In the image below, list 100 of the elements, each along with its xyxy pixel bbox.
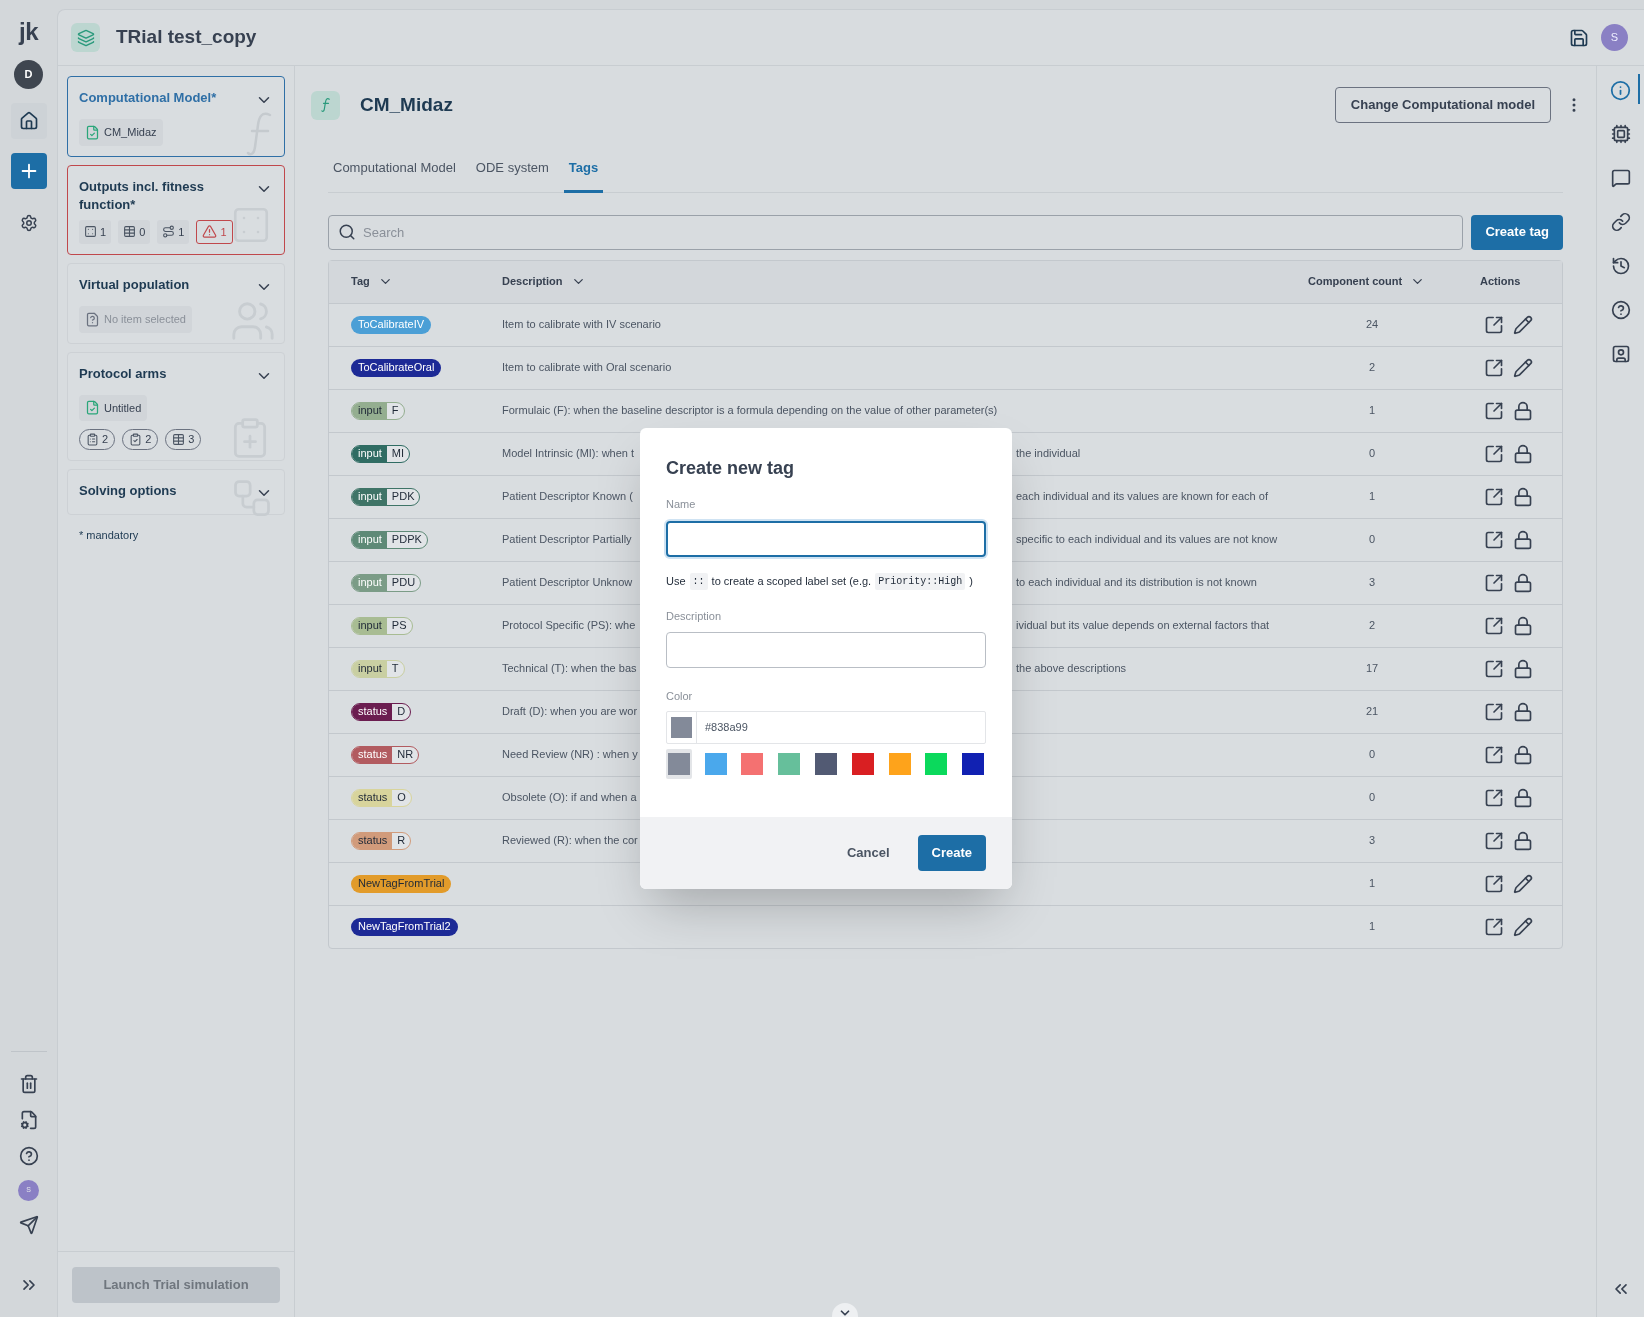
- component-count: 1: [1368, 403, 1376, 419]
- open-button[interactable]: [1484, 615, 1504, 636]
- sidebar-card[interactable]: Computational Model* CM_Midaz: [67, 76, 285, 157]
- description-text: to each individual and its distribution is not known: [1016, 575, 1257, 591]
- function-watermark-icon: [246, 111, 274, 157]
- warning-count[interactable]: 1: [196, 219, 233, 244]
- model-title: CM_Midaz: [360, 92, 453, 117]
- component-count: 0: [1368, 790, 1376, 806]
- add-button[interactable]: [10, 153, 47, 189]
- home-button[interactable]: [10, 103, 47, 139]
- count-chip[interactable]: 0: [118, 219, 151, 244]
- change-model-button[interactable]: Change Computational model: [1334, 87, 1551, 123]
- send-icon: [18, 1215, 39, 1235]
- user-card-icon: [1610, 344, 1631, 364]
- help-icon: [1610, 300, 1631, 320]
- pencil-icon: [1513, 314, 1533, 335]
- external-link-icon: [1484, 701, 1504, 722]
- name-input[interactable]: [666, 520, 986, 557]
- edit-button[interactable]: [1513, 314, 1533, 335]
- open-button[interactable]: [1484, 873, 1504, 894]
- active-indicator: [1638, 74, 1640, 104]
- color-swatch[interactable]: [666, 748, 692, 779]
- app-logo[interactable]: jk: [19, 20, 38, 44]
- scoped-tag-badge: input T: [351, 659, 405, 678]
- open-button[interactable]: [1484, 658, 1504, 679]
- open-button[interactable]: [1484, 916, 1504, 937]
- document-question-icon: [85, 311, 100, 327]
- sidebar-card[interactable]: Outputs incl. fitness function* 1 0 1 1: [67, 164, 285, 255]
- create-tag-button[interactable]: Create tag: [1471, 214, 1563, 250]
- open-button[interactable]: [1484, 357, 1504, 378]
- user-avatar[interactable]: D: [14, 60, 43, 89]
- open-button[interactable]: [1484, 572, 1504, 593]
- trash-icon: [18, 1074, 39, 1094]
- cancel-button[interactable]: Cancel: [836, 834, 900, 871]
- scoped-tag-badge: status NR: [351, 745, 420, 764]
- description-input[interactable]: [666, 632, 986, 668]
- description-text: the above descriptions: [1016, 661, 1127, 677]
- edit-button[interactable]: [1513, 357, 1533, 378]
- open-button[interactable]: [1484, 830, 1504, 851]
- search-field[interactable]: Search: [328, 214, 1464, 250]
- column-header[interactable]: Actions: [1480, 273, 1521, 290]
- component-count: 17: [1365, 661, 1379, 677]
- tab[interactable]: ODE system: [470, 158, 554, 193]
- open-button[interactable]: [1484, 443, 1504, 464]
- save-icon: [1569, 27, 1589, 48]
- sidebar-card[interactable]: Protocol arms Untitled 2 2 3: [67, 351, 285, 461]
- external-link-icon: [1484, 314, 1504, 335]
- color-field[interactable]: #838a99: [666, 710, 986, 744]
- external-link-icon: [1484, 916, 1504, 937]
- edit-button[interactable]: [1513, 916, 1533, 937]
- pencil-icon: [1513, 916, 1533, 937]
- item-chip[interactable]: CM_Midaz: [79, 119, 163, 146]
- sidebar-card[interactable]: Solving options: [67, 468, 285, 515]
- open-button[interactable]: [1484, 701, 1504, 722]
- column-header[interactable]: Component count: [1308, 273, 1426, 290]
- count-chip[interactable]: 1: [79, 219, 112, 244]
- tab[interactable]: Tags: [563, 158, 604, 193]
- open-button[interactable]: [1484, 787, 1504, 808]
- open-button[interactable]: [1484, 400, 1504, 421]
- count-chip[interactable]: 1: [157, 219, 190, 244]
- description-text: Draft (D): when you are wor: [502, 704, 638, 720]
- open-button[interactable]: [1484, 744, 1504, 765]
- create-button[interactable]: Create: [917, 834, 986, 871]
- item-chip[interactable]: Untitled: [79, 394, 148, 421]
- external-link-icon: [1484, 400, 1504, 421]
- component-count: 3: [1368, 833, 1376, 849]
- tag-badge: ToCalibrateIV: [351, 315, 432, 334]
- table-icon: [172, 432, 186, 446]
- scoped-tag-badge: input PDU: [351, 573, 422, 592]
- route-icon: [162, 225, 176, 239]
- tag-badge: NewTagFromTrial2: [351, 917, 458, 936]
- chip-icon: [1610, 124, 1631, 144]
- description-text: Technical (T): when the bas: [502, 661, 637, 677]
- external-link-icon: [1484, 572, 1504, 593]
- component-count: 1: [1368, 919, 1376, 935]
- open-button[interactable]: [1484, 314, 1504, 335]
- clipboard-icon: [86, 432, 99, 446]
- column-header[interactable]: Tag: [351, 273, 393, 290]
- scoped-tag-badge: status R: [351, 831, 412, 850]
- description-text: Item to calibrate with Oral scenario: [502, 360, 672, 376]
- function-icon: [311, 90, 340, 120]
- external-link-icon: [1484, 615, 1504, 636]
- component-count: 2: [1368, 360, 1376, 376]
- dice-icon: [84, 225, 97, 239]
- external-link-icon: [1484, 529, 1504, 550]
- open-button[interactable]: [1484, 529, 1504, 550]
- edit-button[interactable]: [1513, 873, 1533, 894]
- info-icon: [1610, 79, 1631, 101]
- description-text: specific to each individual and its values are not know: [1016, 532, 1278, 548]
- open-button[interactable]: [1484, 486, 1504, 507]
- column-header[interactable]: Description: [502, 273, 586, 290]
- card-title: Protocol arms: [79, 364, 167, 383]
- sidebar-card[interactable]: Virtual population No item selected: [67, 263, 285, 344]
- dialog-title: Create new tag: [666, 457, 796, 480]
- component-count: 0: [1368, 747, 1376, 763]
- card-title: Virtual population: [79, 276, 190, 294]
- tab[interactable]: Computational Model: [328, 158, 461, 193]
- scoped-tag-badge: status D: [351, 702, 412, 721]
- clipboard-check-icon: [129, 432, 143, 446]
- component-count: 0: [1368, 446, 1376, 462]
